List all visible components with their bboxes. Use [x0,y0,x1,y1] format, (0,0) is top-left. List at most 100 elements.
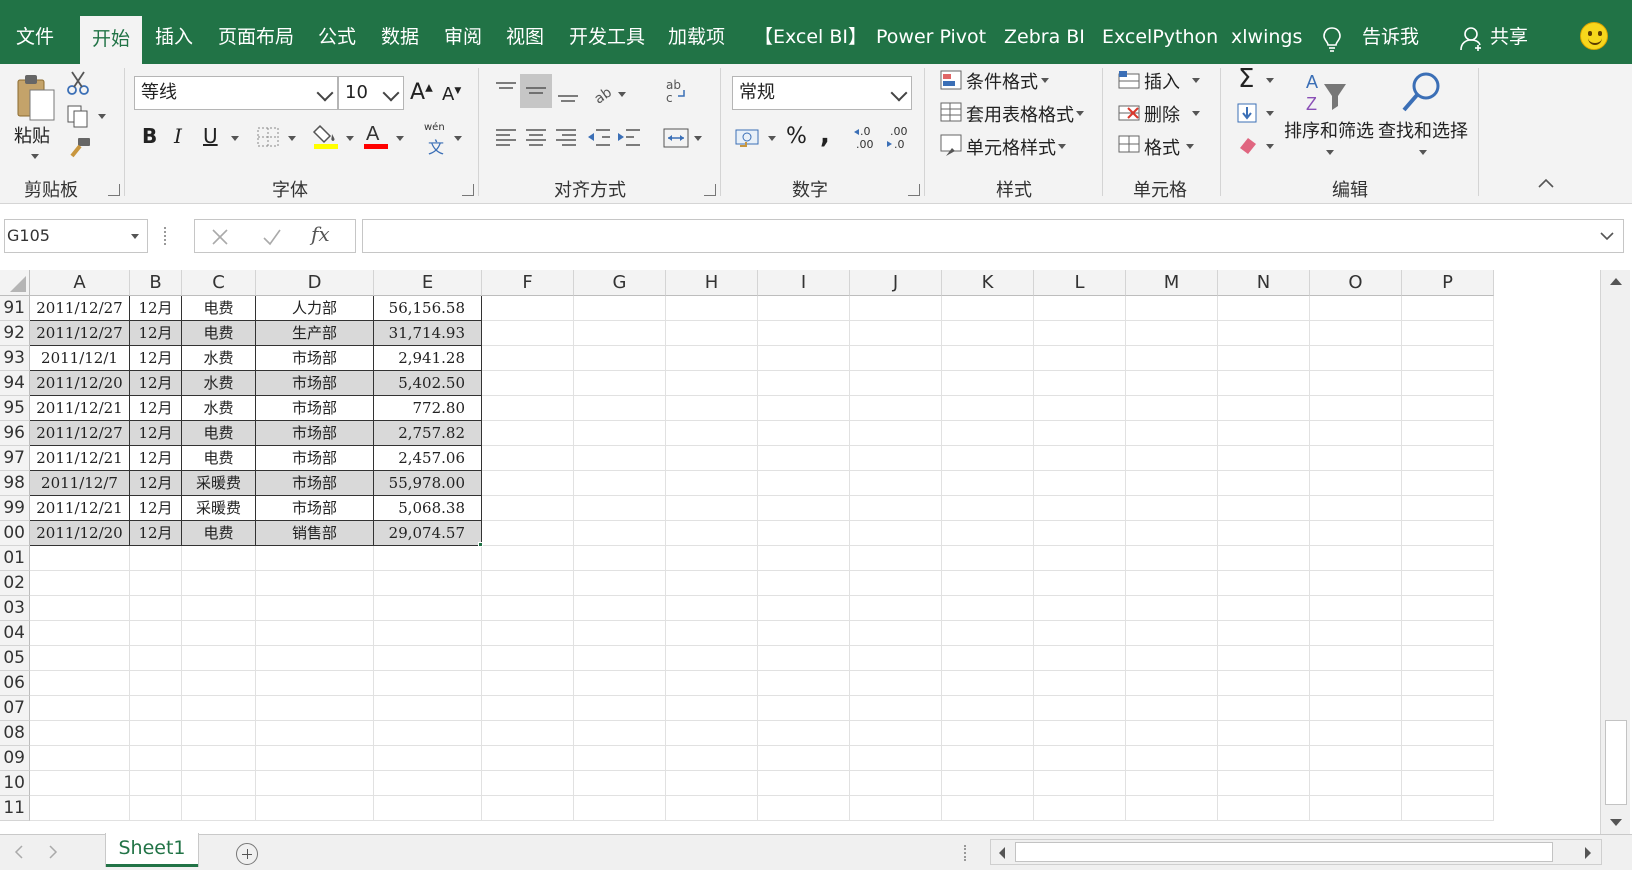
cell-h[interactable] [666,496,758,521]
name-box-dropdown[interactable] [131,234,139,239]
cell-j[interactable] [850,571,942,596]
cell-n[interactable] [1218,471,1310,496]
cell-e[interactable]: 5,068.38 [374,496,482,521]
cell-p[interactable] [1402,346,1494,371]
chevron-down-icon[interactable] [890,84,908,102]
conditional-format-icon[interactable] [940,70,964,92]
cell-l[interactable] [1034,446,1126,471]
cell-b[interactable]: 12月 [130,421,182,446]
cell-g[interactable] [574,321,666,346]
cell-a[interactable] [30,546,130,571]
row-header[interactable]: 10 [0,771,30,796]
autosum-dropdown[interactable] [1266,78,1274,83]
cell-a[interactable]: 2011/12/21 [30,446,130,471]
cell-l[interactable] [1034,621,1126,646]
cell-i[interactable] [758,696,850,721]
row-header[interactable]: 08 [0,721,30,746]
cell-n[interactable] [1218,796,1310,821]
enter-check-icon[interactable] [261,226,283,248]
chevron-down-icon[interactable] [382,84,400,102]
row-header[interactable]: 94 [0,371,30,396]
delete-cells-dropdown[interactable] [1192,111,1200,116]
cell-c[interactable]: 电费 [182,296,256,321]
font-size-combo[interactable]: 10 [338,76,404,110]
cell-c[interactable]: 电费 [182,321,256,346]
cell-b[interactable] [130,646,182,671]
fill-color-dropdown[interactable] [346,136,354,141]
cell-p[interactable] [1402,596,1494,621]
cell-n[interactable] [1218,746,1310,771]
borders-icon[interactable] [256,126,280,148]
find-select-icon[interactable] [1398,68,1446,116]
cell-n[interactable] [1218,671,1310,696]
cell-f[interactable] [482,571,574,596]
formula-input[interactable] [362,219,1624,253]
tab-home[interactable]: 开始 [80,16,143,64]
cell-g[interactable] [574,346,666,371]
cell-k[interactable] [942,496,1034,521]
cell-n[interactable] [1218,371,1310,396]
cell-d[interactable]: 市场部 [256,396,374,421]
cell-a[interactable]: 2011/12/21 [30,396,130,421]
number-format-combo[interactable]: 常规 [732,76,912,110]
cell-d[interactable]: 生产部 [256,321,374,346]
cell-j[interactable] [850,321,942,346]
cell-o[interactable] [1310,696,1402,721]
column-header-j[interactable]: J [850,270,942,296]
cell-e[interactable] [374,621,482,646]
cell-k[interactable] [942,796,1034,821]
cell-k[interactable] [942,771,1034,796]
cell-h[interactable] [666,646,758,671]
cell-k[interactable] [942,321,1034,346]
row-header[interactable]: 00 [0,521,30,546]
cell-m[interactable] [1126,571,1218,596]
cell-c[interactable] [182,646,256,671]
row-header[interactable]: 05 [0,646,30,671]
cell-c[interactable] [182,671,256,696]
increase-decimal-icon[interactable]: .0.00 [854,124,878,152]
cell-h[interactable] [666,296,758,321]
cell-f[interactable] [482,521,574,546]
tell-me-search[interactable]: 告诉我 [1362,14,1419,64]
cell-p[interactable] [1402,321,1494,346]
cell-o[interactable] [1310,671,1402,696]
number-launcher-icon[interactable] [908,184,920,196]
add-sheet-icon[interactable] [236,843,258,865]
cell-o[interactable] [1310,471,1402,496]
cell-l[interactable] [1034,296,1126,321]
cell-i[interactable] [758,396,850,421]
conditional-format-button[interactable]: 条件格式 [966,68,1038,94]
cell-e[interactable] [374,696,482,721]
column-header-b[interactable]: B [130,270,182,296]
cell-g[interactable] [574,671,666,696]
cell-h[interactable] [666,571,758,596]
cell-l[interactable] [1034,471,1126,496]
cell-n[interactable] [1218,546,1310,571]
cell-n[interactable] [1218,621,1310,646]
cell-d[interactable]: 人力部 [256,296,374,321]
decrease-decimal-icon[interactable]: .00.0 [886,124,910,152]
cell-l[interactable] [1034,696,1126,721]
cell-j[interactable] [850,446,942,471]
cell-p[interactable] [1402,521,1494,546]
cell-o[interactable] [1310,571,1402,596]
cell-o[interactable] [1310,296,1402,321]
cell-a[interactable] [30,721,130,746]
cell-c[interactable] [182,596,256,621]
row-header[interactable]: 06 [0,671,30,696]
cell-o[interactable] [1310,496,1402,521]
cell-e[interactable]: 31,714.93 [374,321,482,346]
cell-a[interactable]: 2011/12/27 [30,421,130,446]
italic-button[interactable]: I [174,124,182,148]
column-header-c[interactable]: C [182,270,256,296]
cell-b[interactable]: 12月 [130,471,182,496]
row-header[interactable]: 11 [0,796,30,821]
cell-i[interactable] [758,471,850,496]
cell-m[interactable] [1126,596,1218,621]
column-header-l[interactable]: L [1034,270,1126,296]
cell-j[interactable] [850,396,942,421]
cell-k[interactable] [942,696,1034,721]
worksheet-grid[interactable]: A B C D E F G H I J K L M N O P 91 2011/12/27 12月 电费 人力部 56,1… [0,270,1600,834]
cell-j[interactable] [850,296,942,321]
cell-h[interactable] [666,696,758,721]
